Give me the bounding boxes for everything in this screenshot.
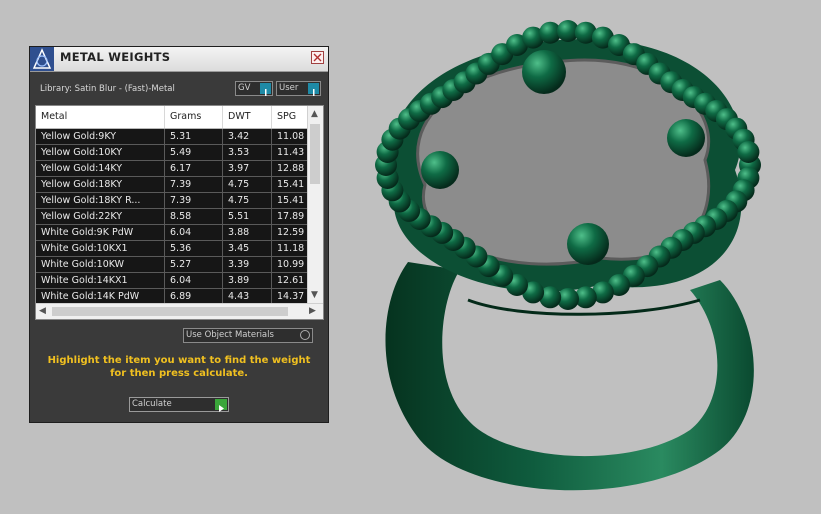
column-header-dwt[interactable]: DWT [223, 106, 272, 128]
grams-cell: 6.04 [165, 225, 223, 240]
metal-weights-panel: METAL WEIGHTS Library: Satin Blur - (Fas… [29, 46, 329, 423]
dwt-cell: 4.43 [223, 289, 272, 304]
spg-cell: 12.61 [272, 273, 308, 288]
spg-cell: 10.99 [272, 257, 308, 272]
metal-cell: Yellow Gold:22KY [36, 209, 165, 224]
dwt-cell: 4.75 [223, 193, 272, 208]
column-header-metal[interactable]: Metal [36, 106, 165, 128]
app-logo-icon [30, 47, 54, 71]
dwt-cell: 3.42 [223, 129, 272, 144]
metal-cell: Yellow Gold:9KY [36, 129, 165, 144]
dwt-cell: 4.75 [223, 177, 272, 192]
scroll-down-icon[interactable]: ▼ [311, 289, 318, 301]
grams-cell: 5.49 [165, 145, 223, 160]
use-object-materials-label: Use Object Materials [186, 330, 274, 340]
library-label: Library: Satin Blur - (Fast)-Metal [40, 84, 175, 94]
close-button[interactable] [311, 51, 324, 64]
spg-cell: 14.37 [272, 289, 308, 304]
table-header: Metal Grams DWT SPG [36, 106, 308, 129]
grams-cell: 5.36 [165, 241, 223, 256]
gv-label: GV [238, 83, 251, 93]
play-arrow-icon [215, 399, 227, 412]
spg-cell: 11.18 [272, 241, 308, 256]
vertical-scrollbar[interactable]: ▲ ▼ [307, 106, 323, 303]
metal-cell: Yellow Gold:18KY [36, 177, 165, 192]
user-dropdown[interactable]: User [276, 81, 321, 96]
grams-cell: 5.31 [165, 129, 223, 144]
grams-cell: 7.39 [165, 193, 223, 208]
spg-cell: 12.59 [272, 225, 308, 240]
dwt-cell: 3.97 [223, 161, 272, 176]
metal-cell: White Gold:14K PdW [36, 289, 165, 304]
column-header-grams[interactable]: Grams [165, 106, 223, 128]
panel-title: METAL WEIGHTS [60, 50, 171, 64]
metal-cell: Yellow Gold:18KY R... [36, 193, 165, 208]
spg-cell: 11.08 [272, 129, 308, 144]
grams-cell: 6.17 [165, 161, 223, 176]
panel-titlebar[interactable]: METAL WEIGHTS [30, 47, 328, 72]
metal-cell: White Gold:14KX1 [36, 273, 165, 288]
dwt-cell: 3.53 [223, 145, 272, 160]
dropdown-arrow-icon [260, 83, 271, 96]
grams-cell: 7.39 [165, 177, 223, 192]
table-row[interactable]: White Gold:9K PdW 6.04 3.88 12.59 [36, 225, 308, 241]
metal-table[interactable]: Metal Grams DWT SPG Yellow Gold:9KY 5.31 3… [35, 105, 324, 320]
spg-cell: 11.43 [272, 145, 308, 160]
user-label: User [279, 83, 299, 93]
scroll-right-icon[interactable]: ▶ [309, 305, 316, 317]
metal-cell: White Gold:10KW [36, 257, 165, 272]
table-row[interactable]: Yellow Gold:10KY 5.49 3.53 11.43 [36, 145, 308, 161]
spg-cell: 12.88 [272, 161, 308, 176]
table-row[interactable]: Yellow Gold:18KY 7.39 4.75 15.41 [36, 177, 308, 193]
table-row[interactable]: Yellow Gold:22KY 8.58 5.51 17.89 [36, 209, 308, 225]
calculate-label: Calculate [132, 399, 172, 409]
horizontal-scrollbar[interactable]: ◀ ▶ [36, 303, 323, 319]
metal-cell: Yellow Gold:10KY [36, 145, 165, 160]
calculate-button[interactable]: Calculate [129, 397, 229, 412]
horizontal-scroll-thumb[interactable] [52, 307, 288, 316]
spg-cell: 15.41 [272, 177, 308, 192]
grams-cell: 8.58 [165, 209, 223, 224]
table-body: Yellow Gold:9KY 5.31 3.42 11.08 Yellow Gold… [36, 129, 308, 305]
table-row[interactable]: Yellow Gold:14KY 6.17 3.97 12.88 [36, 161, 308, 177]
grams-cell: 5.27 [165, 257, 223, 272]
use-object-materials-toggle[interactable]: Use Object Materials [183, 328, 313, 343]
table-row[interactable]: White Gold:10KW 5.27 3.39 10.99 [36, 257, 308, 273]
dwt-cell: 3.88 [223, 225, 272, 240]
table-row[interactable]: White Gold:14KX1 6.04 3.89 12.61 [36, 273, 308, 289]
grams-cell: 6.04 [165, 273, 223, 288]
column-header-spg[interactable]: SPG [272, 106, 308, 128]
toggle-knob-icon [300, 330, 310, 340]
instruction-text: Highlight the item you want to find the … [47, 355, 311, 379]
dropdown-arrow-icon [308, 83, 319, 96]
gv-dropdown[interactable]: GV [235, 81, 273, 96]
vertical-scroll-thumb[interactable] [310, 124, 320, 184]
metal-cell: White Gold:10KX1 [36, 241, 165, 256]
spg-cell: 15.41 [272, 193, 308, 208]
close-icon [313, 53, 322, 62]
metal-cell: Yellow Gold:14KY [36, 161, 165, 176]
scroll-left-icon[interactable]: ◀ [39, 305, 46, 317]
bezel-bead [737, 141, 760, 163]
table-row[interactable]: White Gold:10KX1 5.36 3.45 11.18 [36, 241, 308, 257]
grams-cell: 6.89 [165, 289, 223, 304]
table-row[interactable]: Yellow Gold:18KY R... 7.39 4.75 15.41 [36, 193, 308, 209]
spg-cell: 17.89 [272, 209, 308, 224]
dwt-cell: 3.39 [223, 257, 272, 272]
dwt-cell: 3.89 [223, 273, 272, 288]
scroll-up-icon[interactable]: ▲ [311, 108, 318, 120]
dwt-cell: 3.45 [223, 241, 272, 256]
table-row[interactable]: Yellow Gold:9KY 5.31 3.42 11.08 [36, 129, 308, 145]
dwt-cell: 5.51 [223, 209, 272, 224]
metal-cell: White Gold:9K PdW [36, 225, 165, 240]
